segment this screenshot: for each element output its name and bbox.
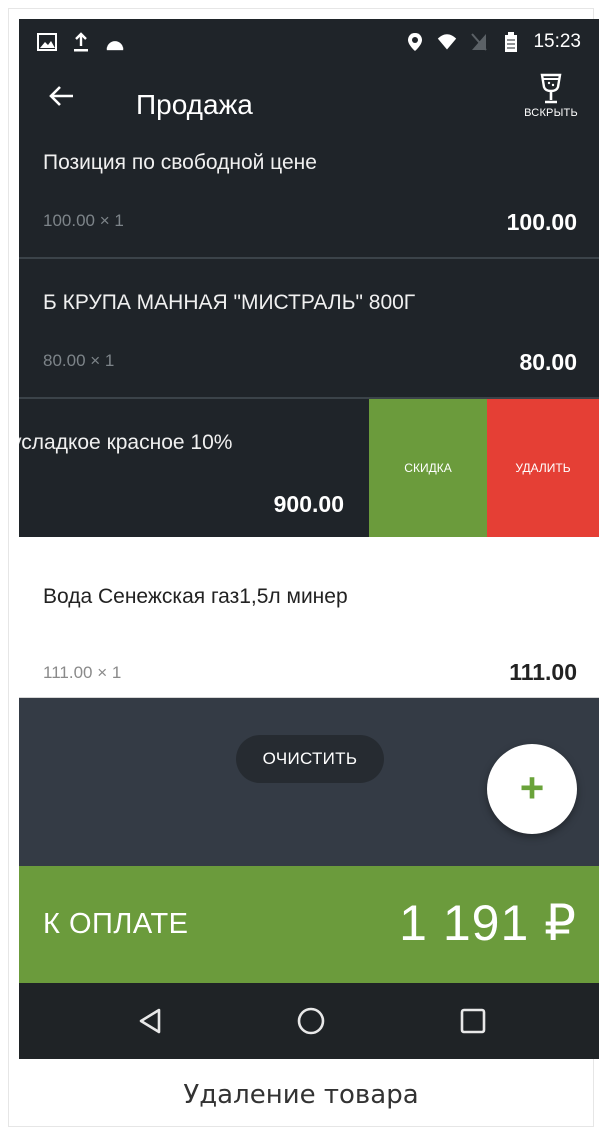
item-name: усладкое красное 10%: [19, 431, 233, 454]
list-empty-area: ОЧИСТИТЬ +: [19, 698, 599, 866]
nav-back-icon[interactable]: [131, 1001, 171, 1041]
list-item[interactable]: Б КРУПА МАННАЯ "МИСТРАЛЬ" 800Г 80.00 × 1…: [19, 259, 599, 397]
status-bar: 15:23: [19, 19, 599, 67]
back-button[interactable]: [41, 75, 83, 117]
battery-icon: [501, 31, 521, 53]
item-qty: 100.00 × 1: [43, 211, 124, 230]
glass-icon: [540, 73, 562, 104]
system-nav-bar: [19, 983, 599, 1059]
list-item-swiped[interactable]: усладкое красное 10% 900.00: [19, 399, 369, 537]
nav-recent-icon[interactable]: [453, 1001, 493, 1041]
upload-icon: [71, 31, 91, 53]
item-total: 111.00: [509, 659, 577, 685]
add-item-button[interactable]: +: [487, 744, 577, 834]
discount-button[interactable]: СКИДКА: [369, 399, 487, 537]
delete-button[interactable]: УДАЛИТЬ: [487, 399, 599, 537]
android-icon: [105, 31, 125, 53]
item-name: Б КРУПА МАННАЯ "МИСТРАЛЬ" 800Г: [43, 291, 416, 314]
no-sim-icon: [469, 31, 489, 53]
wifi-icon: [437, 31, 457, 53]
pay-label: К ОПЛАТЕ: [43, 908, 189, 940]
page-title: Продажа: [136, 89, 253, 120]
item-total: 100.00: [506, 209, 577, 235]
image-caption: Удаление товара: [183, 1080, 419, 1110]
item-total: 900.00: [273, 491, 344, 517]
list-item[interactable]: Вода Сенежская газ1,5л минер 111.00 × 1 …: [19, 537, 599, 698]
location-icon: [405, 31, 425, 53]
item-name: Вода Сенежская газ1,5л минер: [43, 585, 348, 608]
item-qty: 111.00 × 1: [43, 663, 122, 682]
nav-home-icon[interactable]: [291, 1001, 331, 1041]
pay-amount: 1 191 ₽: [399, 895, 577, 951]
item-qty: 80.00 × 1: [43, 351, 115, 370]
status-time: 15:23: [533, 31, 581, 52]
item-name: Позиция по свободной цене: [43, 151, 317, 174]
arrow-left-icon: [49, 86, 73, 106]
list-item[interactable]: Позиция по свободной цене 100.00 × 1 100…: [19, 137, 599, 257]
phone-screen: 15:23 Продажа ВСКРЫТЬ Позиция по свободн…: [19, 19, 599, 1059]
open-button-label: ВСКРЫТЬ: [524, 107, 578, 119]
pay-button[interactable]: К ОПЛАТЕ 1 191 ₽: [19, 866, 599, 983]
open-button[interactable]: ВСКРЫТЬ: [513, 71, 589, 131]
image-icon: [37, 31, 57, 53]
clear-button[interactable]: ОЧИСТИТЬ: [236, 735, 384, 783]
item-total: 80.00: [519, 349, 577, 375]
